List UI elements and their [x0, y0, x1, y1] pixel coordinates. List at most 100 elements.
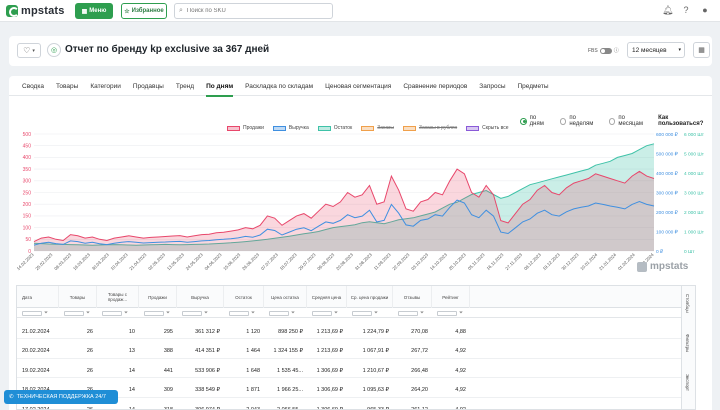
- table-row[interactable]: 21.02.2024 26 10 295 361 312 ₽ 1 120 898 250 ₽…: [17, 324, 695, 339]
- tab-3[interactable]: Продавцы: [133, 76, 164, 96]
- filter-icon[interactable]: ⏷: [124, 311, 128, 316]
- favorite-toggle-button[interactable]: ♡ ▾: [17, 43, 41, 58]
- table-cell: 295: [163, 328, 173, 335]
- column-header-7[interactable]: Средняя цена: [307, 286, 347, 308]
- filter-input[interactable]: [182, 310, 202, 316]
- side-tab-экспорт[interactable]: Экспорт: [685, 374, 690, 391]
- support-button[interactable]: ✆ ТЕХНИЧЕСКАЯ ПОДДЕРЖКА 24/7: [4, 390, 118, 404]
- column-header-0[interactable]: Дата: [17, 286, 59, 308]
- table-cell: 10: [128, 328, 135, 335]
- filter-icon[interactable]: ⏷: [291, 311, 295, 316]
- x-tick-label: 19.03.2023: [72, 252, 91, 271]
- legend-item-4[interactable]: Заказы в рублях: [402, 125, 457, 131]
- fbs-label: FBS: [588, 47, 598, 54]
- table-row[interactable]: 19.02.2024 26 14 441 533 906 ₽ 1 648 1 535 45.…: [17, 363, 695, 378]
- column-header-2[interactable]: Товары с продаж...: [97, 286, 139, 308]
- bell-icon[interactable]: 🔔︎: [662, 5, 673, 15]
- x-tick-label: 07.07.2023: [260, 252, 279, 271]
- legend-swatch: [227, 125, 240, 131]
- legend-item-2[interactable]: Остаток: [317, 125, 353, 131]
- y3-tick-label: 0 Шт: [684, 249, 695, 255]
- column-header-6[interactable]: Цена остатка: [264, 286, 307, 308]
- filter-icon[interactable]: ⏷: [166, 311, 170, 316]
- favorites-button[interactable]: ☆ Избранное: [121, 3, 167, 19]
- x-tick-label: 21.04.2023: [128, 252, 147, 271]
- legend-item-5[interactable]: Скрыть все: [466, 125, 509, 131]
- x-tick-label: 24.05.2023: [185, 252, 204, 271]
- legend-item-3[interactable]: Заказы: [361, 125, 394, 131]
- tab-0[interactable]: Сводка: [22, 76, 44, 96]
- table-row[interactable]: 20.02.2024 26 13 388 414 351 ₽ 1 464 1 324 155…: [17, 344, 695, 359]
- tab-8[interactable]: Сравнение периодов: [403, 76, 467, 96]
- column-header-1[interactable]: Товары: [59, 286, 97, 308]
- table-row[interactable]: 17.02.2024 26 14 318 306 974 ₽2 043 2 066 55.…: [17, 402, 695, 410]
- legend-label: Остаток: [333, 125, 353, 131]
- filter-icon[interactable]: ⏷: [86, 311, 90, 316]
- x-tick-label: 21.01.2024: [598, 252, 617, 271]
- filter-icon[interactable]: ⏷: [420, 311, 424, 316]
- filter-icon[interactable]: ⏷: [374, 311, 378, 316]
- tab-4[interactable]: Тренд: [176, 76, 194, 96]
- table-cell: 261,12: [411, 406, 428, 410]
- help-icon[interactable]: ?: [681, 5, 691, 15]
- legend-item-0[interactable]: Продажи: [227, 125, 264, 131]
- side-tab-столбцы[interactable]: Столбцы: [685, 294, 690, 313]
- filter-input[interactable]: [352, 310, 372, 316]
- y-tick-label: 400: [23, 155, 32, 161]
- filter-input[interactable]: [144, 310, 164, 316]
- search-input[interactable]: [186, 8, 317, 14]
- menu-button[interactable]: ▦ Меню: [75, 3, 113, 19]
- x-tick-label: 26.06.2023: [241, 252, 260, 271]
- calendar-button[interactable]: ▦: [693, 42, 710, 58]
- filter-input[interactable]: [437, 310, 457, 316]
- filter-icon[interactable]: ⏷: [251, 311, 255, 316]
- brand-icon[interactable]: ◎: [47, 43, 61, 57]
- fbs-toggle[interactable]: FBS ⓘ: [588, 47, 619, 54]
- x-tick-label: 20.08.2023: [335, 252, 354, 271]
- filter-icon[interactable]: ⏷: [204, 311, 208, 316]
- filter-input[interactable]: [269, 310, 289, 316]
- filter-input[interactable]: [229, 310, 249, 316]
- tab-5[interactable]: По дням: [206, 76, 234, 97]
- table-row[interactable]: 18.02.20242614309338 549 ₽1 8711 966 25.…: [17, 383, 695, 398]
- legend-item-1[interactable]: Выручка: [272, 125, 309, 131]
- filter-icon[interactable]: ⏷: [44, 311, 48, 316]
- tab-9[interactable]: Запросы: [479, 76, 505, 96]
- table-cell: 306 974 ₽: [195, 406, 220, 410]
- filter-icon[interactable]: ⏷: [334, 311, 338, 316]
- tab-2[interactable]: Категории: [90, 76, 121, 96]
- column-header-3[interactable]: Продажи: [139, 286, 177, 308]
- table-cell: 898 250 ₽: [278, 328, 303, 335]
- table-side-panel: Столбцы Фильтры Экспорт: [681, 286, 695, 409]
- table-cell: 1 306,69 ₽: [316, 367, 343, 374]
- column-header-8[interactable]: Ср. цена продажи: [347, 286, 393, 308]
- filter-input[interactable]: [312, 310, 332, 316]
- report-body: Сводка Товары Категории Продавцы Тренд По дня…: [9, 76, 712, 410]
- column-header-5[interactable]: Остаток: [224, 286, 264, 308]
- user-icon[interactable]: ●: [700, 5, 710, 15]
- fbs-switch[interactable]: [599, 47, 612, 54]
- period-select[interactable]: 12 месяцев ▾: [627, 42, 685, 58]
- tab-6[interactable]: Раскладка по складам: [245, 76, 313, 96]
- y2-tick-label: 100 000 ₽: [656, 229, 679, 235]
- filter-input[interactable]: [102, 310, 122, 316]
- chevron-down-icon: ▾: [678, 47, 681, 53]
- filter-input[interactable]: [22, 310, 42, 316]
- y-tick-label: 50: [25, 237, 31, 243]
- column-header-9[interactable]: Отзывы: [393, 286, 432, 308]
- support-label: ТЕХНИЧЕСКАЯ ПОДДЕРЖКА 24/7: [16, 394, 106, 400]
- tab-10[interactable]: Предметы: [518, 76, 549, 96]
- column-header-4[interactable]: Выручка: [177, 286, 224, 308]
- menu-button-label: Меню: [89, 8, 107, 14]
- tab-1[interactable]: Товары: [56, 76, 78, 96]
- filter-icon[interactable]: ⏷: [459, 311, 463, 316]
- column-header-10[interactable]: Рейтинг: [432, 286, 470, 308]
- side-tab-фильтры[interactable]: Фильтры: [685, 334, 690, 352]
- x-tick-label: 30.12.2023: [560, 252, 579, 271]
- tab-7[interactable]: Ценовая сегментация: [325, 76, 391, 96]
- x-tick-label: 01.02.2024: [617, 252, 636, 271]
- filter-input[interactable]: [64, 310, 84, 316]
- y3-tick-label: 2 000 Шт: [684, 210, 705, 216]
- logo[interactable]: mpstats: [6, 3, 65, 19]
- filter-input[interactable]: [398, 310, 418, 316]
